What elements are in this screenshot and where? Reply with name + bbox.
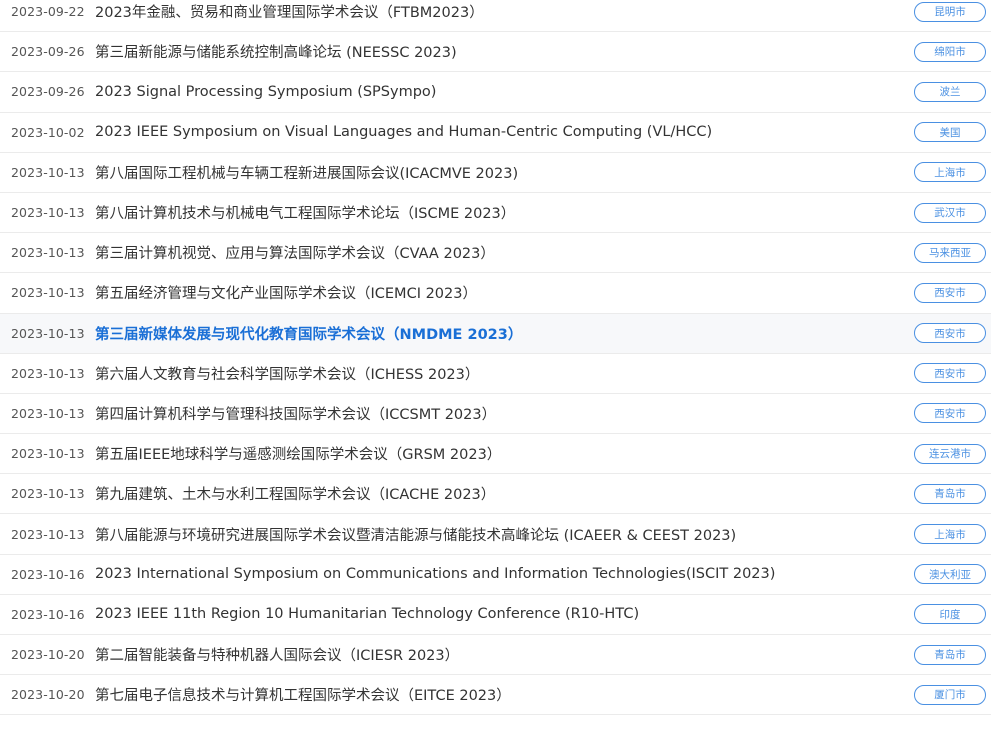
conference-list: 2023-09-22 2023年金融、贸易和商业管理国际学术会议（FTBM202…: [0, 0, 991, 716]
conference-date: 2023-10-13: [11, 486, 85, 502]
conference-date: 2023-10-13: [11, 446, 85, 462]
conference-row: 2023-10-16 2023 IEEE 11th Region 10 Huma…: [0, 595, 991, 635]
conference-date: 2023-10-13: [11, 365, 85, 381]
location-badge[interactable]: 厦门市: [914, 684, 986, 705]
conference-row: 2023-09-26 2023 Signal Processing Sympos…: [0, 72, 991, 113]
location-badge[interactable]: 马来西亚: [914, 242, 986, 263]
location-badge[interactable]: 西安市: [914, 282, 986, 303]
conference-title-link[interactable]: 第三届新能源与储能系统控制高峰论坛 (NEESSC 2023): [95, 32, 901, 71]
conference-date: 2023-10-13: [11, 245, 85, 261]
conference-title-link[interactable]: 第二届智能装备与特种机器人国际会议（ICIESR 2023）: [95, 635, 901, 674]
conference-date: 2023-10-20: [11, 647, 85, 663]
conference-title-link[interactable]: 第八届计算机技术与机械电气工程国际学术论坛（ISCME 2023）: [95, 193, 901, 232]
conference-row: 2023-10-20 第二届智能装备与特种机器人国际会议（ICIESR 2023…: [0, 635, 991, 676]
location-badge[interactable]: 上海市: [914, 162, 986, 183]
conference-date: 2023-09-26: [11, 44, 85, 60]
location-badge[interactable]: 印度: [914, 604, 986, 625]
conference-row: 2023-09-22 2023年金融、贸易和商业管理国际学术会议（FTBM202…: [0, 0, 991, 33]
conference-title-link[interactable]: 第九届建筑、土木与水利工程国际学术会议（ICACHE 2023）: [95, 474, 901, 513]
location-badge[interactable]: 上海市: [914, 524, 986, 545]
conference-row: 2023-10-13 第八届计算机技术与机械电气工程国际学术论坛（ISCME 2…: [0, 193, 991, 234]
conference-date: 2023-10-13: [11, 405, 85, 421]
location-badge[interactable]: 澳大利亚: [914, 564, 986, 585]
conference-title-link[interactable]: 2023 IEEE Symposium on Visual Languages …: [95, 113, 901, 152]
conference-title-link[interactable]: 第八届国际工程机械与车辆工程新进展国际会议(ICACMVE 2023): [95, 153, 901, 192]
conference-row: 2023-10-13 第五届IEEE地球科学与遥感测绘国际学术会议（GRSM 2…: [0, 434, 991, 475]
conference-date: 2023-10-16: [11, 606, 85, 622]
conference-row: 2023-10-16 2023 International Symposium …: [0, 555, 991, 595]
location-badge[interactable]: 西安市: [914, 323, 986, 344]
conference-title-link[interactable]: 第七届电子信息技术与计算机工程国际学术会议（EITCE 2023）: [95, 675, 901, 714]
conference-row: 2023-10-13 第五届经济管理与文化产业国际学术会议（ICEMCI 202…: [0, 273, 991, 314]
conference-date: 2023-09-22: [11, 4, 85, 20]
conference-row: 2023-10-13 第三届计算机视觉、应用与算法国际学术会议（CVAA 202…: [0, 233, 991, 274]
conference-row: 2023-10-13 第八届能源与环境研究进展国际学术会议暨清洁能源与储能技术高…: [0, 514, 991, 555]
location-badge[interactable]: 青岛市: [914, 644, 986, 665]
conference-row: 2023-10-02 2023 IEEE Symposium on Visual…: [0, 113, 991, 153]
conference-date: 2023-10-20: [11, 687, 85, 703]
conference-date: 2023-10-16: [11, 566, 85, 582]
location-badge[interactable]: 青岛市: [914, 483, 986, 504]
conference-row: 2023-10-13 第三届新媒体发展与现代化教育国际学术会议（NMDME 20…: [0, 313, 991, 354]
conference-title-link[interactable]: 2023年金融、贸易和商业管理国际学术会议（FTBM2023）: [95, 0, 901, 31]
location-badge[interactable]: 西安市: [914, 403, 986, 424]
location-badge[interactable]: 西安市: [914, 363, 986, 384]
location-badge[interactable]: 波兰: [914, 81, 986, 102]
conference-row: 2023-10-13 第四届计算机科学与管理科技国际学术会议（ICCSMT 20…: [0, 394, 991, 435]
conference-row: 2023-10-13 第八届国际工程机械与车辆工程新进展国际会议(ICACMVE…: [0, 153, 991, 193]
conference-title-link[interactable]: 第五届经济管理与文化产业国际学术会议（ICEMCI 2023）: [95, 273, 901, 312]
conference-date: 2023-10-02: [11, 124, 85, 140]
conference-title-link[interactable]: 第八届能源与环境研究进展国际学术会议暨清洁能源与储能技术高峰论坛 (ICAEER…: [95, 514, 901, 553]
location-badge[interactable]: 连云港市: [914, 443, 986, 464]
conference-title-link[interactable]: 第六届人文教育与社会科学国际学术会议（ICHESS 2023）: [95, 354, 901, 393]
location-badge[interactable]: 绵阳市: [914, 41, 986, 62]
conference-title-link[interactable]: 第三届新媒体发展与现代化教育国际学术会议（NMDME 2023）: [95, 314, 901, 353]
location-badge[interactable]: 昆明市: [914, 1, 986, 22]
conference-title-link[interactable]: 2023 IEEE 11th Region 10 Humanitarian Te…: [95, 595, 901, 634]
conference-date: 2023-10-13: [11, 526, 85, 542]
conference-row: 2023-10-13 第九届建筑、土木与水利工程国际学术会议（ICACHE 20…: [0, 474, 991, 515]
conference-row: 2023-10-13 第六届人文教育与社会科学国际学术会议（ICHESS 202…: [0, 354, 991, 394]
conference-title-link[interactable]: 2023 International Symposium on Communic…: [95, 555, 901, 594]
conference-title-link[interactable]: 2023 Signal Processing Symposium (SPSymp…: [95, 72, 901, 111]
conference-date: 2023-10-13: [11, 205, 85, 221]
conference-row: 2023-10-20 第七届电子信息技术与计算机工程国际学术会议（EITCE 2…: [0, 675, 991, 716]
location-badge[interactable]: 武汉市: [914, 202, 986, 223]
conference-date: 2023-10-13: [11, 164, 85, 180]
conference-title-link[interactable]: 第五届IEEE地球科学与遥感测绘国际学术会议（GRSM 2023）: [95, 434, 901, 473]
conference-title-link[interactable]: 第四届计算机科学与管理科技国际学术会议（ICCSMT 2023）: [95, 394, 901, 433]
conference-row: 2023-09-26 第三届新能源与储能系统控制高峰论坛 (NEESSC 202…: [0, 32, 991, 73]
conference-title-link[interactable]: 第三届计算机视觉、应用与算法国际学术会议（CVAA 2023）: [95, 233, 901, 272]
conference-date: 2023-10-13: [11, 325, 85, 341]
conference-date: 2023-10-13: [11, 285, 85, 301]
location-badge[interactable]: 美国: [914, 122, 986, 143]
conference-date: 2023-09-26: [11, 84, 85, 100]
